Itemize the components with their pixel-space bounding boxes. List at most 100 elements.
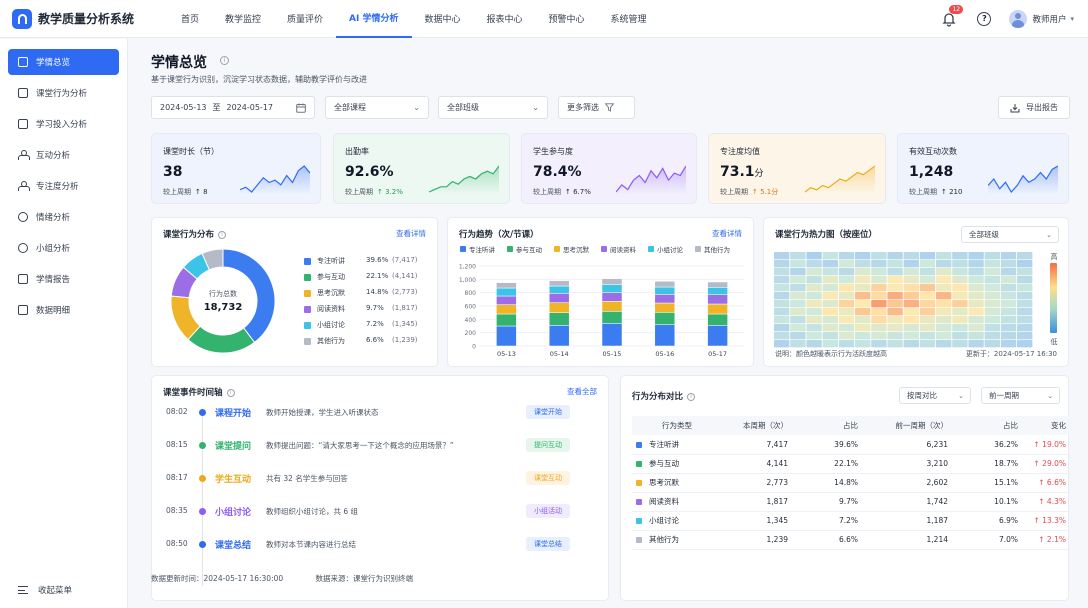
- bar-segment[interactable]: [601, 292, 623, 302]
- heatmap-cell[interactable]: [806, 300, 822, 308]
- heatmap-cell[interactable]: [838, 340, 855, 348]
- heatmap-cell[interactable]: [822, 340, 838, 348]
- nav-item-3[interactable]: AI 学情分析: [336, 0, 412, 38]
- avatar[interactable]: [1009, 10, 1028, 28]
- heatmap-cell[interactable]: [952, 252, 968, 260]
- bar-segment[interactable]: [548, 312, 570, 326]
- heatmap-cell[interactable]: [1017, 332, 1033, 340]
- heatmap-cell[interactable]: [936, 268, 952, 276]
- heatmap-cell[interactable]: [774, 284, 790, 292]
- heatmap-cell[interactable]: [790, 308, 806, 316]
- heatmap-cell[interactable]: [984, 268, 1000, 276]
- heatmap-cell[interactable]: [838, 252, 855, 260]
- sidebar-item-5[interactable]: 情绪分析: [8, 204, 119, 230]
- sidebar-item-6[interactable]: 小组分析: [8, 235, 119, 261]
- bar-segment[interactable]: [601, 323, 623, 347]
- heatmap-cell[interactable]: [1000, 324, 1017, 332]
- bar-segment[interactable]: [548, 302, 570, 313]
- timeline-item[interactable]: 08:50 课堂总结 教师对本节课内容进行总结 课堂总结: [152, 534, 582, 554]
- bar-segment[interactable]: [496, 287, 517, 297]
- heatmap-cell[interactable]: [968, 292, 984, 300]
- heatmap-cell[interactable]: [855, 308, 871, 316]
- table-row[interactable]: 阅读资料 1,817 9.7% 1,742 10.1% ↑ 4.3%: [632, 492, 1070, 512]
- nav-item-1[interactable]: 教学监控: [212, 0, 274, 38]
- heatmap-cell[interactable]: [984, 332, 1000, 340]
- nav-item-2[interactable]: 质量评价: [274, 0, 336, 38]
- heatmap-cell[interactable]: [806, 292, 822, 300]
- timeline-item[interactable]: 08:35 小组讨论 教师组织小组讨论，共 6 组 小组活动: [152, 501, 582, 521]
- heatmap-cell[interactable]: [806, 260, 822, 268]
- heatmap-cell[interactable]: [790, 252, 806, 260]
- heatmap-cell[interactable]: [855, 340, 871, 348]
- export-report-button[interactable]: 导出报告: [998, 96, 1070, 119]
- heatmap-cell[interactable]: [903, 260, 919, 268]
- heatmap-cell[interactable]: [1017, 340, 1033, 348]
- heatmap-cell[interactable]: [968, 308, 984, 316]
- heatmap-cell[interactable]: [887, 340, 903, 348]
- heatmap-cell[interactable]: [838, 332, 855, 340]
- heatmap-cell[interactable]: [1000, 268, 1017, 276]
- heatmap-cell[interactable]: [822, 268, 838, 276]
- heatmap-cell[interactable]: [1017, 292, 1033, 300]
- heatmap-cell[interactable]: [1000, 276, 1017, 284]
- bar-segment[interactable]: [654, 324, 676, 347]
- heatmap-cell[interactable]: [936, 300, 952, 308]
- heatmap-cell[interactable]: [952, 268, 968, 276]
- heatmap-cell[interactable]: [903, 316, 919, 324]
- heatmap-cell[interactable]: [984, 308, 1000, 316]
- heatmap-cell[interactable]: [952, 340, 968, 348]
- heatmap-cell[interactable]: [822, 260, 838, 268]
- notification-button[interactable]: 12: [941, 5, 964, 27]
- heatmap-cell[interactable]: [774, 276, 790, 284]
- heatmap-cell[interactable]: [774, 260, 790, 268]
- heatmap-cell[interactable]: [952, 308, 968, 316]
- heatmap-cell[interactable]: [1017, 324, 1033, 332]
- bar-segment[interactable]: [496, 295, 517, 305]
- heatmap-cell[interactable]: [774, 300, 790, 308]
- nav-item-0[interactable]: 首页: [168, 0, 212, 38]
- heatmap-cell[interactable]: [871, 316, 887, 324]
- view-details-link[interactable]: 查看详情: [396, 228, 426, 239]
- heatmap-cell[interactable]: [919, 324, 936, 332]
- heatmap-cell[interactable]: [952, 332, 968, 340]
- bar-segment[interactable]: [601, 301, 623, 312]
- heatmap-cell[interactable]: [1000, 308, 1017, 316]
- heatmap-cell[interactable]: [887, 268, 903, 276]
- heatmap-cell[interactable]: [806, 332, 822, 340]
- nav-item-5[interactable]: 报表中心: [474, 0, 536, 38]
- heatmap-cell[interactable]: [1000, 252, 1017, 260]
- heatmap-cell[interactable]: [838, 300, 855, 308]
- bar-segment[interactable]: [548, 325, 570, 347]
- info-icon[interactable]: i: [226, 388, 235, 397]
- heatmap-cell[interactable]: [790, 316, 806, 324]
- heatmap-cell[interactable]: [790, 260, 806, 268]
- heatmap-cell[interactable]: [887, 292, 903, 300]
- heatmap-cell[interactable]: [936, 292, 952, 300]
- bar-segment[interactable]: [548, 293, 570, 303]
- heatmap-cell[interactable]: [822, 324, 838, 332]
- bar-segment[interactable]: [654, 302, 676, 313]
- kpi-card-1[interactable]: 出勤率 92.6% 较上周期 ↑ 3.2%: [333, 133, 510, 204]
- heatmap-cell[interactable]: [903, 308, 919, 316]
- heatmap-cell[interactable]: [822, 284, 838, 292]
- heatmap-cell[interactable]: [806, 316, 822, 324]
- timeline-item[interactable]: 08:15 课堂提问 教师提出问题：“请大家思考一下这个概念的应用场景？” 提问互动: [152, 435, 582, 455]
- heatmap-cell[interactable]: [806, 324, 822, 332]
- heatmap-cell[interactable]: [903, 268, 919, 276]
- heatmap-cell[interactable]: [887, 308, 903, 316]
- heatmap-cell[interactable]: [968, 324, 984, 332]
- heatmap-cell[interactable]: [919, 332, 936, 340]
- heatmap-class-select[interactable]: 全部班级 ⌄: [961, 226, 1059, 243]
- heatmap-cell[interactable]: [774, 308, 790, 316]
- heatmap-cell[interactable]: [887, 316, 903, 324]
- bar-segment[interactable]: [654, 312, 676, 325]
- kpi-card-3[interactable]: 专注度均值 73.1分 较上周期 ↑ 5.1分: [708, 133, 886, 204]
- heatmap-cell[interactable]: [806, 308, 822, 316]
- info-icon[interactable]: i: [687, 392, 696, 401]
- heatmap-cell[interactable]: [838, 276, 855, 284]
- heatmap-cell[interactable]: [871, 340, 887, 348]
- heatmap-cell[interactable]: [790, 300, 806, 308]
- heatmap-cell[interactable]: [855, 292, 871, 300]
- heatmap-cell[interactable]: [887, 260, 903, 268]
- heatmap-cell[interactable]: [855, 260, 871, 268]
